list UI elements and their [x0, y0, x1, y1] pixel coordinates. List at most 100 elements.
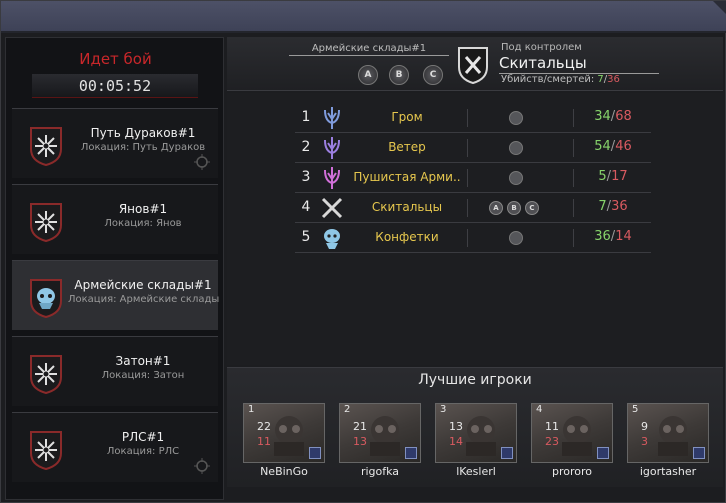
- ranking-row[interactable]: 1 Гром 34/68: [295, 103, 651, 133]
- ranking-row[interactable]: 5 Конфетки 36/14: [295, 223, 651, 253]
- crossed-swords-icon: [319, 195, 345, 221]
- player-name: prororo: [551, 465, 592, 478]
- best-players-title: Лучшие игроки: [418, 372, 532, 388]
- best-players-panel: Лучшие игроки 1 22 11 NeBinGo 2 21 13 rigofka 3 1…: [227, 367, 723, 487]
- faction-name: Конфетки: [375, 230, 439, 244]
- location-sub: Локация: РЛС: [106, 446, 180, 457]
- player-deaths: 14: [449, 435, 463, 448]
- player-avatar: 2 21 13: [339, 403, 421, 463]
- player-avatar: 1 22 11: [243, 403, 325, 463]
- faction-score: 5/17: [598, 169, 628, 184]
- player-kills: 22: [257, 420, 271, 433]
- location-name: РЛС#1: [121, 430, 165, 444]
- point-a-icon: A: [489, 201, 503, 215]
- kd-deaths: 36: [607, 74, 620, 85]
- faction-name: Пушистая Арми..: [353, 170, 461, 184]
- player-kills: 9: [641, 420, 648, 433]
- location-item[interactable]: Путь Дураков#1 Локация: Путь Дураков: [12, 108, 218, 178]
- player-kills: 13: [449, 420, 463, 433]
- title-bar: [1, 1, 726, 33]
- location-item[interactable]: Янов#1 Локация: Янов: [12, 184, 218, 254]
- location-sub: Локация: Янов: [104, 218, 182, 229]
- faction-name: Ветер: [388, 140, 426, 154]
- player-rank: 4: [536, 404, 543, 415]
- battle-timer: 00:05:52: [32, 74, 198, 98]
- faction-rank: 1: [301, 109, 311, 125]
- ranking-row[interactable]: 4 Скитальцы A B C 7/36: [295, 193, 651, 223]
- control-header: Армейские склады#1 A B C Под контролем С…: [227, 37, 723, 91]
- flag-icon: [509, 231, 523, 245]
- flag-icon: [509, 141, 523, 155]
- player-name: lKeslerl: [456, 465, 496, 478]
- target-icon: [194, 154, 210, 170]
- controlling-faction-shield-icon: [458, 47, 488, 85]
- faction-deaths: 14: [615, 229, 632, 244]
- trident-icon: [319, 165, 345, 191]
- ranking-row[interactable]: 3 Пушистая Арми.. 5/17: [295, 163, 651, 193]
- faction-score: 34/68: [594, 109, 632, 124]
- faction-score: 36/14: [594, 229, 632, 244]
- player-card[interactable]: 1 22 11 NeBinGo: [243, 403, 325, 481]
- location-item[interactable]: РЛС#1 Локация: РЛС: [12, 412, 218, 482]
- location-sub: Локация: Путь Дураков: [80, 142, 206, 153]
- player-deaths: 3: [641, 435, 648, 448]
- alien-head-icon: [28, 277, 64, 319]
- faction-deaths: 46: [615, 139, 632, 154]
- player-card[interactable]: 3 13 14 lKeslerl: [435, 403, 517, 481]
- clan-badge-icon: [405, 447, 417, 459]
- faction-rank: 3: [301, 169, 311, 185]
- star-shield-icon: [28, 201, 64, 243]
- point-b-icon: B: [389, 65, 409, 85]
- faction-ranking-table: 1 Гром 34/68 2 Ветер 54/46 3 Пушистая Арми.. 5/1…: [295, 103, 651, 253]
- player-avatar: 4 11 23: [531, 403, 613, 463]
- location-item[interactable]: Затон#1 Локация: Затон: [12, 336, 218, 406]
- location-item[interactable]: Армейские склады#1 Локация: Армейские скл…: [12, 260, 220, 330]
- point-a-icon: A: [358, 65, 378, 85]
- battle-window: Идет бой 00:05:52 Путь Дураков#1 Локация:…: [0, 0, 726, 503]
- control-label: Под контролем: [501, 42, 582, 53]
- player-name: NeBinGo: [260, 465, 308, 478]
- player-kills: 21: [353, 420, 367, 433]
- clan-badge-icon: [309, 447, 321, 459]
- star-shield-icon: [28, 125, 64, 167]
- player-name: igortasher: [639, 465, 697, 478]
- player-avatar: 3 13 14: [435, 403, 517, 463]
- player-card[interactable]: 2 21 13 rigofka: [339, 403, 421, 481]
- faction-name: Скитальцы: [371, 200, 443, 214]
- battle-status-title: Идет бой: [79, 50, 152, 68]
- faction-name: Гром: [391, 110, 423, 124]
- control-faction-name: Скитальцы: [499, 54, 659, 74]
- point-c-icon: C: [423, 65, 443, 85]
- faction-score: 7/36: [598, 199, 628, 214]
- player-rank: 1: [248, 404, 255, 415]
- location-sub: Локация: Затон: [101, 370, 185, 381]
- star-shield-icon: [28, 353, 64, 395]
- target-icon: [194, 458, 210, 474]
- player-avatar: 59 3: [627, 403, 709, 463]
- player-card[interactable]: 5 9 3 igortasher: [627, 403, 709, 481]
- zone-title: Армейские склады#1: [289, 43, 449, 56]
- faction-rank: 2: [301, 139, 311, 155]
- locations-panel: Идет бой 00:05:52 Путь Дураков#1 Локация:…: [5, 37, 224, 500]
- location-name: Путь Дураков#1: [90, 126, 196, 140]
- player-rank: 2: [344, 404, 351, 415]
- faction-ranking-area: 1 Гром 34/68 2 Ветер 54/46 3 Пушистая Арми.. 5/1…: [227, 93, 723, 365]
- star-shield-icon: [28, 429, 64, 471]
- point-c-icon: C: [525, 201, 539, 215]
- player-rank: 3: [440, 404, 447, 415]
- faction-kills: 34: [594, 109, 611, 124]
- kill-death-stats: Убийств/смертей: 7/36: [501, 74, 620, 85]
- player-deaths: 11: [257, 435, 271, 448]
- location-name: Янов#1: [118, 202, 168, 216]
- faction-rank: 5: [301, 229, 311, 245]
- player-card[interactable]: 4 11 23 prororo: [531, 403, 613, 481]
- player-kills: 11: [545, 420, 559, 433]
- location-sub: Локация: Армейские склады: [68, 294, 220, 305]
- faction-deaths: 17: [611, 169, 628, 184]
- location-name: Армейские склады#1: [74, 278, 212, 292]
- player-name: rigofka: [360, 465, 400, 478]
- faction-deaths: 36: [611, 199, 628, 214]
- flag-icon: [509, 171, 523, 185]
- ranking-row[interactable]: 2 Ветер 54/46: [295, 133, 651, 163]
- alien-head-icon: [319, 225, 345, 251]
